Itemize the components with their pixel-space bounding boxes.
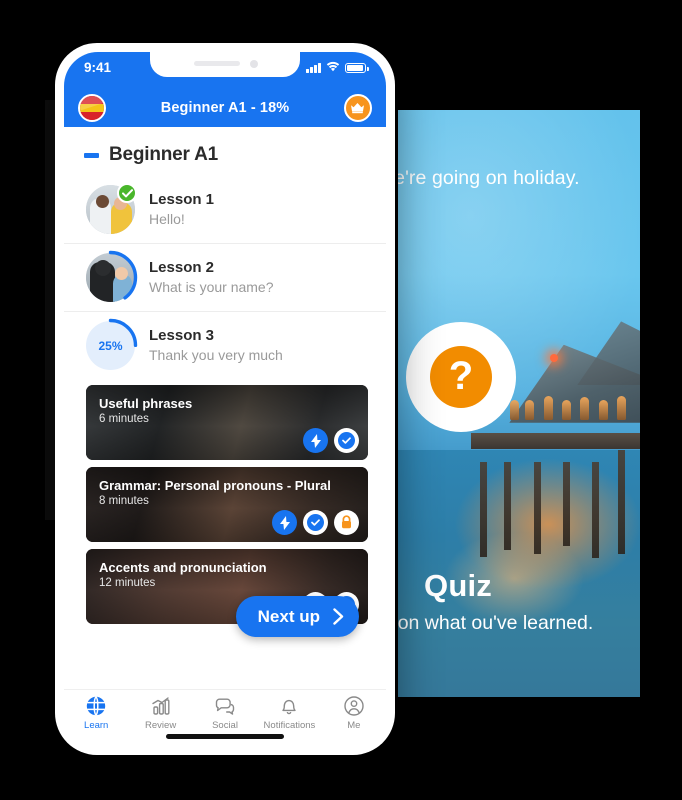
section-header[interactable]: Beginner A1 (64, 127, 386, 176)
bell-icon (282, 699, 297, 715)
status-bar-time: 9:41 (84, 60, 112, 75)
globe-icon (87, 696, 106, 716)
media-card[interactable]: Useful phrases 6 minutes (86, 385, 368, 460)
pier-post (591, 462, 599, 559)
course-progress-title: Beginner A1 - 18% (160, 100, 290, 116)
media-card-badges (272, 510, 359, 535)
lesson-title: Lesson 1 (149, 190, 215, 208)
tab-label: Social (212, 720, 238, 731)
pier-post (533, 462, 541, 555)
seated-people-group (504, 386, 635, 420)
media-card-title: Accents and pronunciation (99, 560, 267, 575)
tab-learn[interactable]: Learn (64, 695, 128, 731)
media-card-list: Useful phrases 6 minutes Grammar: Person… (64, 379, 386, 624)
cellular-signal-icon (306, 62, 321, 73)
pier-post (618, 450, 626, 555)
status-bar: 9:41 (64, 52, 386, 89)
lesson-subtitle: Thank you very much (149, 347, 283, 364)
tab-notifications[interactable]: Notifications (257, 695, 321, 731)
crown-icon[interactable] (343, 94, 372, 122)
media-card-title: Grammar: Personal pronouns - Plural (99, 478, 331, 493)
lesson-content-area: Beginner A1 Lesson 1 Hello! Lesson 2 Wha… (64, 127, 386, 689)
bolt-icon[interactable] (272, 510, 297, 535)
lesson-thumbnail (86, 183, 137, 234)
chevron-right-icon (333, 608, 344, 625)
screenshot-stage: n 17 - We're going on holiday. ? Quiz yo… (0, 0, 682, 800)
media-card-title: Useful phrases (99, 396, 193, 411)
lesson-title: Lesson 3 (149, 326, 215, 344)
earpiece-speaker (194, 61, 240, 66)
bar-chart-icon (151, 697, 170, 715)
lesson-subtitle: Hello! (149, 211, 185, 228)
nav-bar: Beginner A1 - 18% (64, 89, 386, 127)
battery-icon (345, 62, 369, 73)
tab-label: Me (347, 720, 361, 731)
device-notch (150, 52, 300, 77)
quiz-title: Quiz (424, 568, 492, 603)
lesson-row[interactable]: Lesson 1 Hello! (64, 176, 386, 243)
lock-icon[interactable] (334, 510, 359, 535)
minus-collapse-icon[interactable] (84, 152, 99, 158)
tab-social[interactable]: Social (193, 695, 257, 731)
lesson-progress-ring (83, 250, 138, 305)
speech-bubbles-icon (215, 698, 235, 715)
front-camera (250, 60, 258, 68)
tab-label: Review (145, 720, 177, 731)
lesson-title: Lesson 2 (149, 258, 215, 276)
lesson-subtitle: What is your name? (149, 279, 274, 296)
lesson-row[interactable]: 25% Lesson 3 Thank you very much (64, 311, 386, 379)
media-card-duration: 8 minutes (99, 495, 149, 507)
media-card[interactable]: Grammar: Personal pronouns - Plural 8 mi… (86, 467, 368, 542)
pier-post (504, 462, 512, 551)
background-quiz-panel[interactable]: n 17 - We're going on holiday. ? Quiz yo… (398, 110, 640, 697)
check-icon[interactable] (334, 428, 359, 453)
media-card-duration: 6 minutes (99, 413, 149, 425)
background-panel-headline: n 17 - We're going on holiday. (398, 167, 580, 189)
lesson-row[interactable]: Lesson 2 What is your name? (64, 243, 386, 311)
lesson-progress-thumbnail: 25% (83, 318, 138, 373)
check-icon[interactable] (303, 510, 328, 535)
phone-screen: 9:41 Beginner A1 - 18% Beginner A1 Lesso… (64, 52, 386, 746)
pier-post (562, 462, 570, 547)
home-indicator[interactable] (166, 734, 284, 739)
tab-label: Learn (84, 720, 109, 731)
media-card-badges (303, 428, 359, 453)
quiz-badge[interactable]: ? (406, 322, 516, 432)
wifi-icon (326, 60, 340, 75)
tab-me[interactable]: Me (322, 695, 386, 731)
pier-deck (470, 432, 640, 449)
pier-post (480, 462, 488, 558)
quiz-subtitle: yourself on what ou've learned. (398, 612, 594, 634)
next-up-button[interactable]: Next up (235, 596, 359, 637)
next-up-label: Next up (257, 606, 320, 626)
lesson-thumbnail (83, 250, 138, 305)
tab-review[interactable]: Review (128, 695, 192, 731)
phone-device: 9:41 Beginner A1 - 18% Beginner A1 Lesso… (55, 43, 395, 755)
person-icon (344, 696, 364, 716)
lesson-progress-ring (83, 318, 138, 373)
media-card-duration: 12 minutes (99, 577, 156, 589)
bolt-icon[interactable] (303, 428, 328, 453)
tab-label: Notifications (263, 720, 316, 731)
check-circle-icon (117, 183, 137, 203)
question-mark-icon: ? (430, 346, 492, 408)
spanish-flag-icon[interactable] (78, 94, 106, 122)
section-title: Beginner A1 (109, 144, 219, 165)
